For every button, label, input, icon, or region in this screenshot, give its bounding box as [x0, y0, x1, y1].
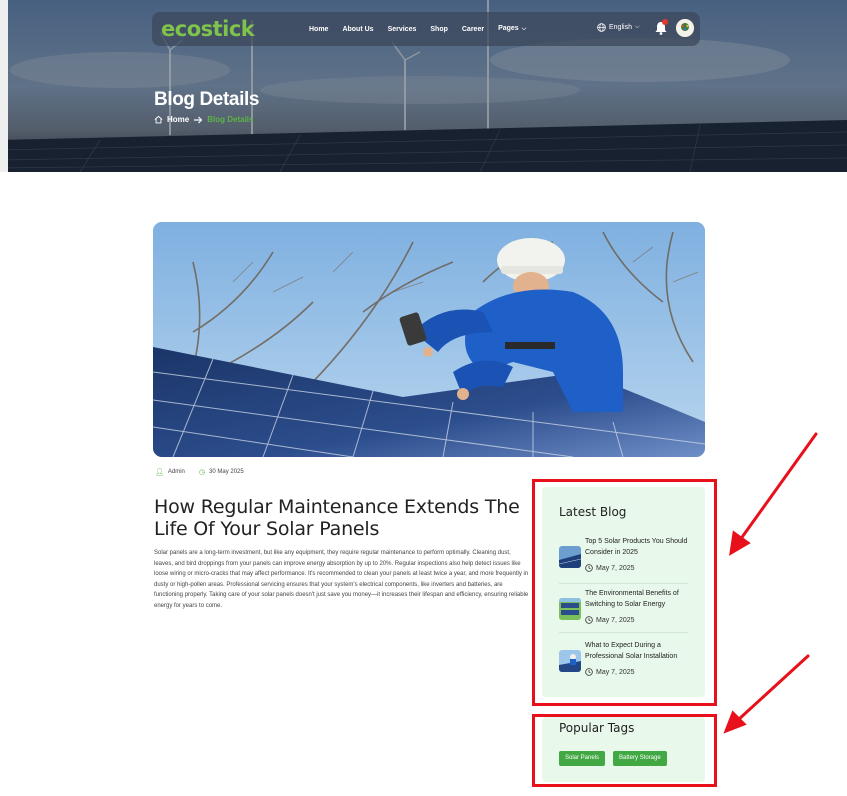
solar-technician-image	[153, 222, 705, 457]
post-date: 30 May 2025	[209, 469, 244, 475]
nav-pages-label: Pages	[498, 25, 519, 32]
notification-badge	[662, 19, 668, 25]
post-body: Solar panels are a long-term investment,…	[154, 550, 529, 609]
avatar-icon	[676, 19, 694, 37]
arrow-head-latest-blog	[729, 530, 751, 556]
nav-career[interactable]: Career	[462, 26, 484, 33]
globe-icon	[597, 23, 606, 32]
user-avatar[interactable]	[676, 19, 694, 37]
breadcrumb: Home Blog Details	[154, 115, 253, 124]
breadcrumb-current: Blog Details	[207, 115, 254, 124]
page-title: Blog Details	[154, 89, 259, 110]
arrow-line-latest-blog	[738, 432, 818, 542]
clock-icon: ◷	[198, 469, 206, 476]
post-author[interactable]: Admin	[168, 469, 185, 475]
nav-home[interactable]: Home	[309, 26, 328, 33]
annotation-box-latest-blog	[532, 479, 717, 706]
nav-pages[interactable]: Pages ⌵	[498, 25, 526, 33]
home-icon	[154, 115, 163, 124]
arrow-right-icon	[194, 116, 203, 123]
arrow-line-popular-tags	[736, 654, 810, 722]
page-hero: ecostick Home About Us Services Shop Car…	[0, 0, 847, 172]
arrow-head-popular-tags	[723, 710, 747, 734]
annotation-box-popular-tags	[532, 714, 717, 787]
nav-shop[interactable]: Shop	[430, 26, 448, 33]
nav-links: Home About Us Services Shop Career Pages…	[309, 12, 540, 46]
page-edge	[0, 0, 8, 172]
language-label: English	[609, 24, 632, 31]
breadcrumb-home[interactable]: Home	[167, 115, 189, 124]
main-navbar: ecostick Home About Us Services Shop Car…	[152, 12, 700, 46]
post-meta: 👤︎ Admin ◷ 30 May 2025	[155, 468, 244, 476]
user-icon: 👤︎	[155, 469, 164, 476]
language-selector[interactable]: English ⌵	[597, 23, 640, 32]
chevron-down-icon: ⌵	[521, 26, 527, 32]
chevron-down-icon: ⌵	[634, 24, 640, 30]
site-logo[interactable]: ecostick	[161, 17, 255, 41]
nav-about[interactable]: About Us	[342, 26, 373, 33]
post-title: How Regular Maintenance Extends The Life…	[154, 496, 520, 540]
nav-services[interactable]: Services	[388, 26, 417, 33]
post-featured-image	[153, 222, 705, 457]
